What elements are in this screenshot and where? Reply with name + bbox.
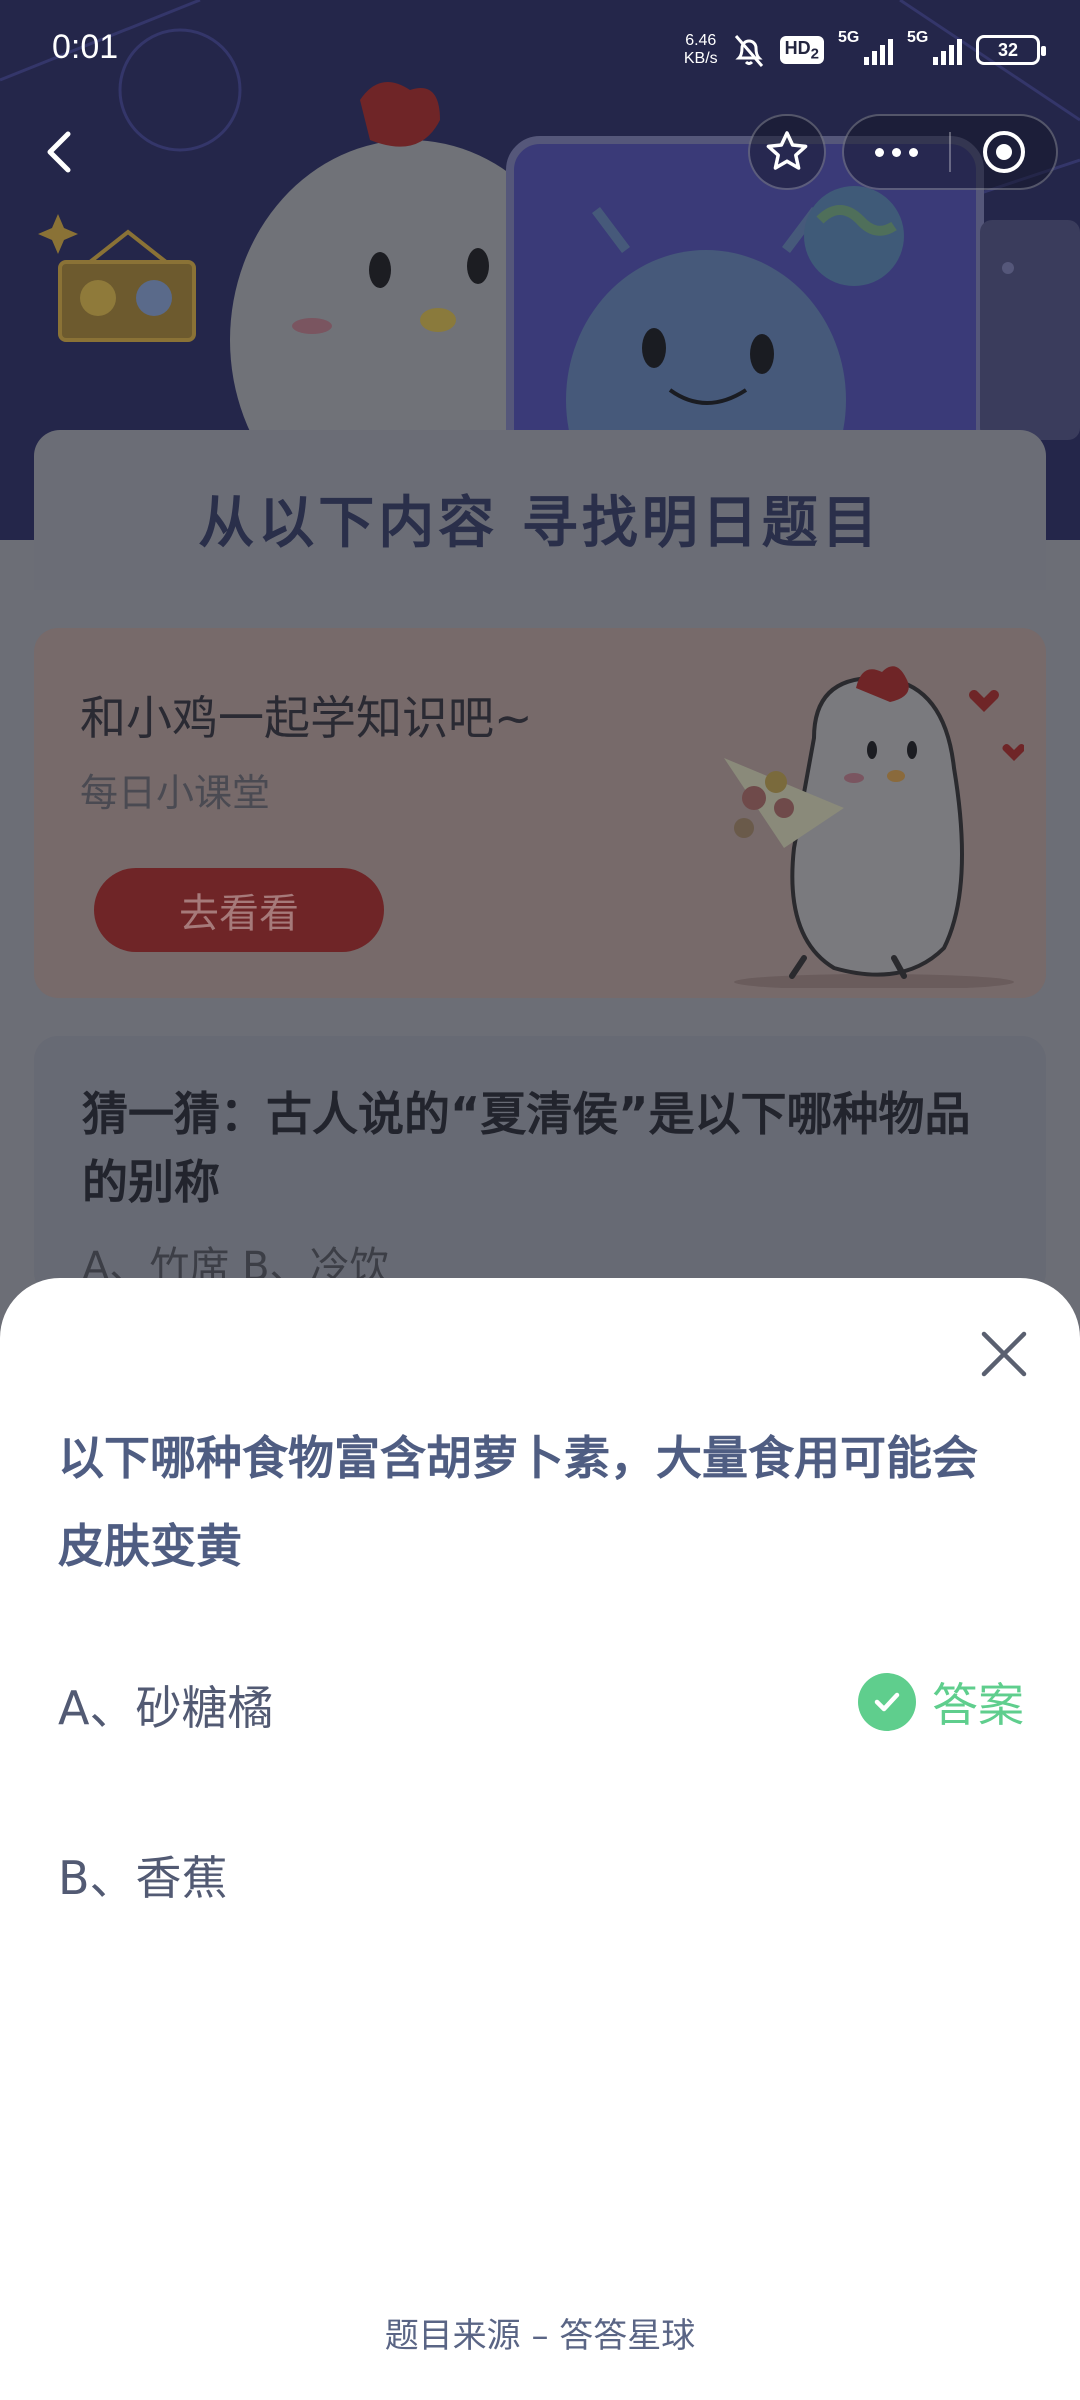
star-icon [766,131,808,170]
status-time: 0:01 [52,28,119,66]
network-speed: 6.46 KB/s [684,32,718,68]
learn-card-title: 和小鸡一起学知识吧~ [80,691,533,745]
sheet-question: 以下哪种食物富含胡萝卜素，大量食用可能会皮肤变黄 [58,1431,978,1573]
hero-title-card: 从以下内容 寻找明日题目 [34,430,1046,590]
network-speed-unit: KB/s [683,50,718,67]
hd-voice-badge: HD2 [779,35,824,65]
favorite-button[interactable] [748,114,826,190]
learn-card-subtitle: 每日小课堂 [80,771,271,815]
more-dot [909,147,918,157]
option-a-label: A、砂糖橘 [58,1681,274,1735]
answer-label: 答案 [932,1678,1024,1732]
more-button[interactable] [844,116,949,188]
back-button[interactable] [30,120,90,184]
guess-question: 猜一猜：古人说的“夏清侯”是以下哪种物品的别称 [82,1087,971,1209]
chicken-illustration [724,666,1024,988]
more-dot [875,147,884,157]
signal-icon-2: 5G [907,29,962,65]
option-b[interactable]: B、香蕉 [0,1820,1080,1920]
close-button[interactable] [976,1326,1032,1382]
signal-label-1: 5G [838,29,860,46]
option-b-label: B、香蕉 [58,1851,228,1905]
checkmark-icon [858,1673,916,1731]
more-dot [892,147,901,157]
mini-program-capsule [842,114,1058,190]
battery-level: 32 [997,39,1019,60]
guess-card[interactable]: 猜一猜：古人说的“夏清侯”是以下哪种物品的别称 A、竹席 B、冷饮 [34,1036,1046,1296]
go-see-button[interactable]: 去看看 [94,868,384,952]
target-icon [982,131,1025,173]
mute-bell-icon [734,35,763,67]
learn-card[interactable]: 和小鸡一起学知识吧~ 每日小课堂 去看看 [34,628,1046,998]
exit-mini-program-button[interactable] [951,116,1056,188]
hd-badge-sub: 2 [810,45,819,63]
answer-indicator: 答案 [858,1672,1024,1732]
network-speed-value: 6.46 [685,32,717,49]
status-bar: 0:01 6.46 KB/s HD2 5G 5G 32 [0,0,1080,100]
question-source: 题目来源 – 答答星球 [384,2316,696,2356]
status-icons: 6.46 KB/s HD2 5G 5G 32 [684,28,1046,72]
close-icon [981,1331,1027,1377]
back-arrow-icon [47,131,71,173]
signal-label-2: 5G [907,29,929,46]
signal-icon-1: 5G [838,29,893,65]
battery-icon: 32 [976,35,1046,65]
hero-title: 从以下内容 寻找明日题目 [198,491,882,556]
hd-badge-text: HD [784,37,811,58]
answer-sheet: 以下哪种食物富含胡萝卜素，大量食用可能会皮肤变黄 A、砂糖橘 答案 B、香蕉 题… [0,1278,1080,2400]
option-a[interactable]: A、砂糖橘 答案 [0,1650,1080,1750]
